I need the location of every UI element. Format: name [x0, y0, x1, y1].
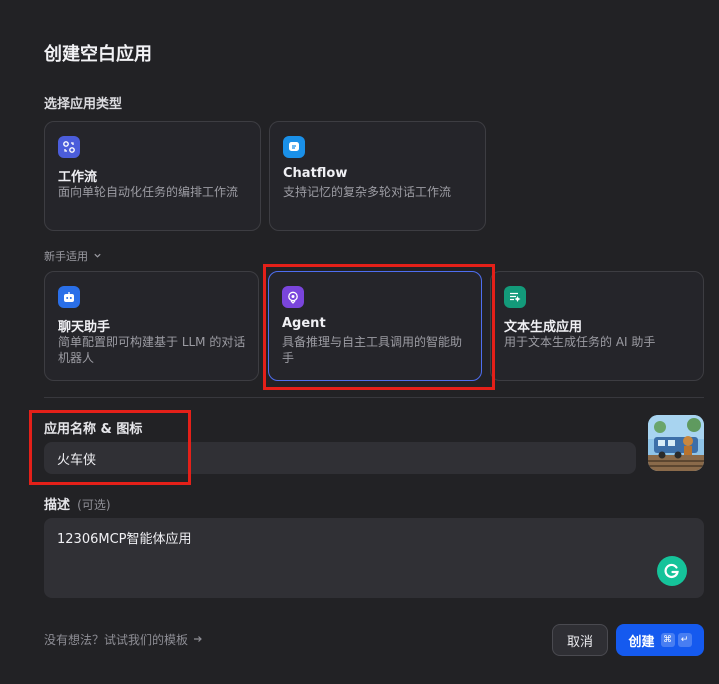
app-type-section-label: 选择应用类型: [44, 97, 123, 112]
cancel-button-label: 取消: [566, 634, 593, 650]
template-link[interactable]: 没有想法？试试我们的模板: [44, 631, 203, 648]
arrow-right-icon: [193, 633, 203, 647]
app-type-description: 面向单轮自动化任务的编排工作流: [58, 185, 239, 199]
app-type-card-chat-assistant[interactable]: 聊天助手 简单配置即可构建基于 LLM 的对话机器人: [44, 271, 259, 381]
create-button-label: 创建: [628, 634, 655, 650]
app-type-description: 支持记忆的复杂多轮对话工作流: [283, 185, 452, 199]
app-type-card-chatflow[interactable]: Chatflow 支持记忆的复杂多轮对话工作流: [269, 121, 486, 231]
grammarly-icon[interactable]: [657, 556, 687, 586]
divider: [44, 397, 704, 398]
template-link-text: 没有想法？试试我们的模板: [44, 633, 189, 647]
enter-key-icon: ↵: [677, 633, 692, 647]
description-textarea[interactable]: 12306MCP智能体应用: [44, 518, 704, 598]
command-key-icon: ⌘: [660, 633, 675, 647]
description-label: 描述: [44, 498, 71, 513]
app-type-name: 文本生成应用: [504, 320, 583, 335]
text-generator-icon: [504, 286, 526, 308]
chatflow-icon: [283, 136, 305, 158]
app-type-name: 聊天助手: [58, 320, 111, 335]
create-button[interactable]: 创建 ⌘ ↵: [616, 624, 704, 656]
app-type-card-workflow[interactable]: 工作流 面向单轮自动化任务的编排工作流: [44, 121, 261, 231]
agent-highlight-box: [263, 264, 495, 390]
app-type-name: 工作流: [58, 170, 98, 185]
app-icon-picker[interactable]: [648, 415, 704, 471]
app-type-name: Chatflow: [283, 166, 348, 181]
description-optional-label: (可选): [77, 498, 111, 512]
description-value: 12306MCP智能体应用: [57, 532, 192, 547]
beginner-label: 新手适用: [44, 250, 88, 263]
chat-assistant-icon: [58, 286, 80, 308]
workflow-icon: [58, 136, 80, 158]
cancel-button[interactable]: 取消: [552, 624, 608, 656]
app-type-description: 简单配置即可构建基于 LLM 的对话机器人: [58, 335, 246, 365]
train-avatar-icon: [648, 415, 704, 471]
app-type-card-text-generator[interactable]: 文本生成应用 用于文本生成任务的 AI 助手: [490, 271, 704, 381]
dialog-title: 创建空白应用: [44, 44, 152, 65]
app-type-description: 用于文本生成任务的 AI 助手: [504, 335, 656, 349]
chevron-down-icon: [93, 250, 102, 263]
description-label-row: 描述 (可选): [44, 494, 111, 513]
name-highlight-box: [29, 410, 191, 485]
beginner-toggle[interactable]: 新手适用: [44, 248, 102, 264]
